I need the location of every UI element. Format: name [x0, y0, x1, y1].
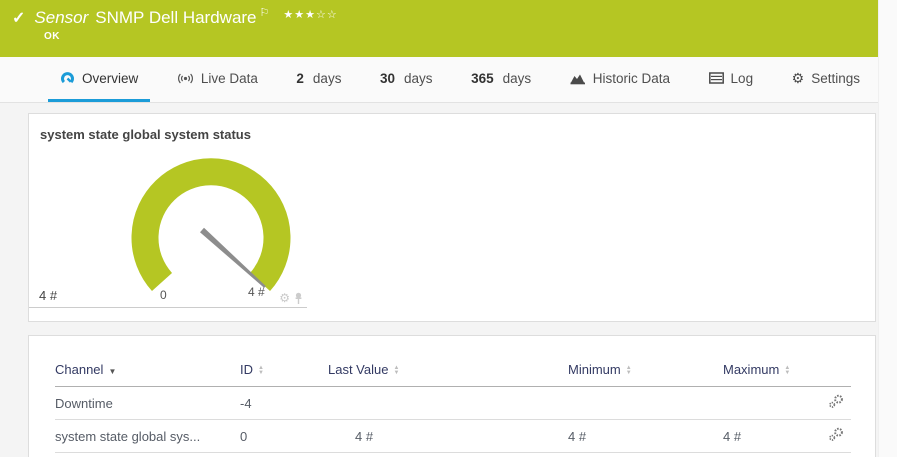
- gauge-current-value: 4 #: [39, 288, 57, 303]
- area-chart-icon: [570, 72, 586, 85]
- gauge-settings-gear-icon[interactable]: ⚙: [279, 291, 290, 305]
- content-area: system state global system status 0 4 # …: [0, 103, 878, 457]
- scrollbar-track[interactable]: [878, 0, 897, 457]
- channel-name: system state global sys...: [55, 420, 240, 453]
- tab-label: Log: [731, 71, 754, 86]
- channel-table: Channel▼ ID▲▼ Last Value▲▼ Minimum▲▼ Max: [55, 356, 851, 453]
- column-label: Channel: [55, 362, 103, 377]
- table-row-system-state[interactable]: system state global sys... 0 4 # 4 # 4 #: [55, 420, 851, 453]
- star-filled-icon[interactable]: ★: [294, 9, 305, 21]
- sort-icon: ▲▼: [258, 366, 264, 376]
- tab-label: days: [313, 71, 342, 86]
- priority-stars[interactable]: ★★★☆☆: [283, 8, 337, 21]
- star-filled-icon[interactable]: ★: [283, 9, 294, 21]
- channel-last-value: [328, 387, 523, 420]
- channel-settings-gears-icon[interactable]: [828, 427, 845, 442]
- tab-30-days[interactable]: 30 days: [368, 57, 445, 102]
- table-row-downtime[interactable]: Downtime -4: [55, 387, 851, 420]
- tab-label: Overview: [82, 71, 138, 86]
- column-header-maximum[interactable]: Maximum ▲▼: [678, 356, 818, 387]
- pin-icon[interactable]: [294, 292, 303, 305]
- column-label: Minimum: [568, 362, 621, 377]
- column-label: ID: [240, 362, 253, 377]
- star-empty-icon[interactable]: ☆: [327, 9, 338, 21]
- ok-check-icon: ✓: [12, 8, 25, 28]
- tab-label: Historic Data: [593, 71, 670, 86]
- star-filled-icon[interactable]: ★: [305, 9, 316, 21]
- tab-bar: Overview Live Data 2 days 30 days 365: [0, 57, 878, 103]
- tab-2-days[interactable]: 2 days: [284, 57, 353, 102]
- tab-number: 30: [380, 71, 395, 86]
- column-header-id[interactable]: ID ▲▼: [240, 356, 328, 387]
- tab-log[interactable]: Log: [697, 57, 766, 102]
- tab-settings[interactable]: ⚙ Settings: [780, 57, 872, 102]
- tab-live-data[interactable]: Live Data: [165, 57, 270, 102]
- tab-number: 2: [296, 71, 304, 86]
- channel-minimum: [523, 387, 678, 420]
- gauge-min-label: 0: [160, 288, 167, 302]
- tab-overview[interactable]: Overview: [48, 57, 150, 102]
- sort-desc-icon: ▼: [108, 367, 116, 376]
- gear-icon: ⚙: [792, 70, 805, 87]
- tab-label: days: [503, 71, 532, 86]
- table-header-row: Channel▼ ID▲▼ Last Value▲▼ Minimum▲▼ Max: [55, 356, 851, 387]
- tab-number: 365: [471, 71, 494, 86]
- channel-maximum: [678, 387, 818, 420]
- sensor-title: SNMP Dell Hardware: [95, 8, 256, 28]
- sensor-page: ✓ Sensor SNMP Dell Hardware ⚐ ★★★☆☆ OK O…: [0, 0, 897, 457]
- tab-label: Live Data: [201, 71, 258, 86]
- channel-id: 0: [240, 420, 328, 453]
- column-label: Maximum: [723, 362, 779, 377]
- column-header-minimum[interactable]: Minimum ▲▼: [523, 356, 678, 387]
- star-empty-icon[interactable]: ☆: [316, 9, 327, 21]
- gauge-chart: 0 4 #: [29, 146, 307, 306]
- channel-id: -4: [240, 387, 328, 420]
- tab-label: days: [404, 71, 433, 86]
- gauge-icon: [60, 71, 75, 86]
- sort-icon: ▲▼: [784, 366, 790, 376]
- sort-icon: ▲▼: [626, 366, 632, 376]
- channel-settings-gears-icon[interactable]: [828, 394, 845, 409]
- broadcast-icon: [177, 72, 194, 85]
- flag-icon[interactable]: ⚐: [260, 6, 270, 19]
- channel-minimum: 4 #: [523, 420, 678, 453]
- tab-historic-data[interactable]: Historic Data: [558, 57, 682, 102]
- gauge-title: system state global system status: [29, 114, 307, 142]
- channel-table-panel: Channel▼ ID▲▼ Last Value▲▼ Minimum▲▼ Max: [28, 335, 876, 457]
- sensor-header-bar: ✓ Sensor SNMP Dell Hardware ⚐ ★★★☆☆ OK: [0, 0, 878, 57]
- gauge-tile[interactable]: system state global system status 0 4 # …: [29, 114, 307, 308]
- column-label: Last Value: [328, 362, 388, 377]
- channel-name: Downtime: [55, 387, 240, 420]
- sort-icon: ▲▼: [393, 366, 399, 376]
- channel-maximum: 4 #: [678, 420, 818, 453]
- column-header-actions: [818, 356, 851, 387]
- object-kind-label: Sensor: [34, 8, 88, 28]
- column-header-channel[interactable]: Channel ▼: [55, 356, 240, 387]
- tab-365-days[interactable]: 365 days: [459, 57, 543, 102]
- column-header-last-value[interactable]: Last Value ▲▼: [328, 356, 523, 387]
- channel-last-value: 4 #: [328, 420, 523, 453]
- gauge-max-label: 4 #: [248, 285, 265, 299]
- log-list-icon: [709, 72, 724, 84]
- gauge-panel: system state global system status 0 4 # …: [28, 113, 876, 322]
- status-badge: OK: [44, 31, 878, 42]
- tab-label: Settings: [811, 71, 860, 86]
